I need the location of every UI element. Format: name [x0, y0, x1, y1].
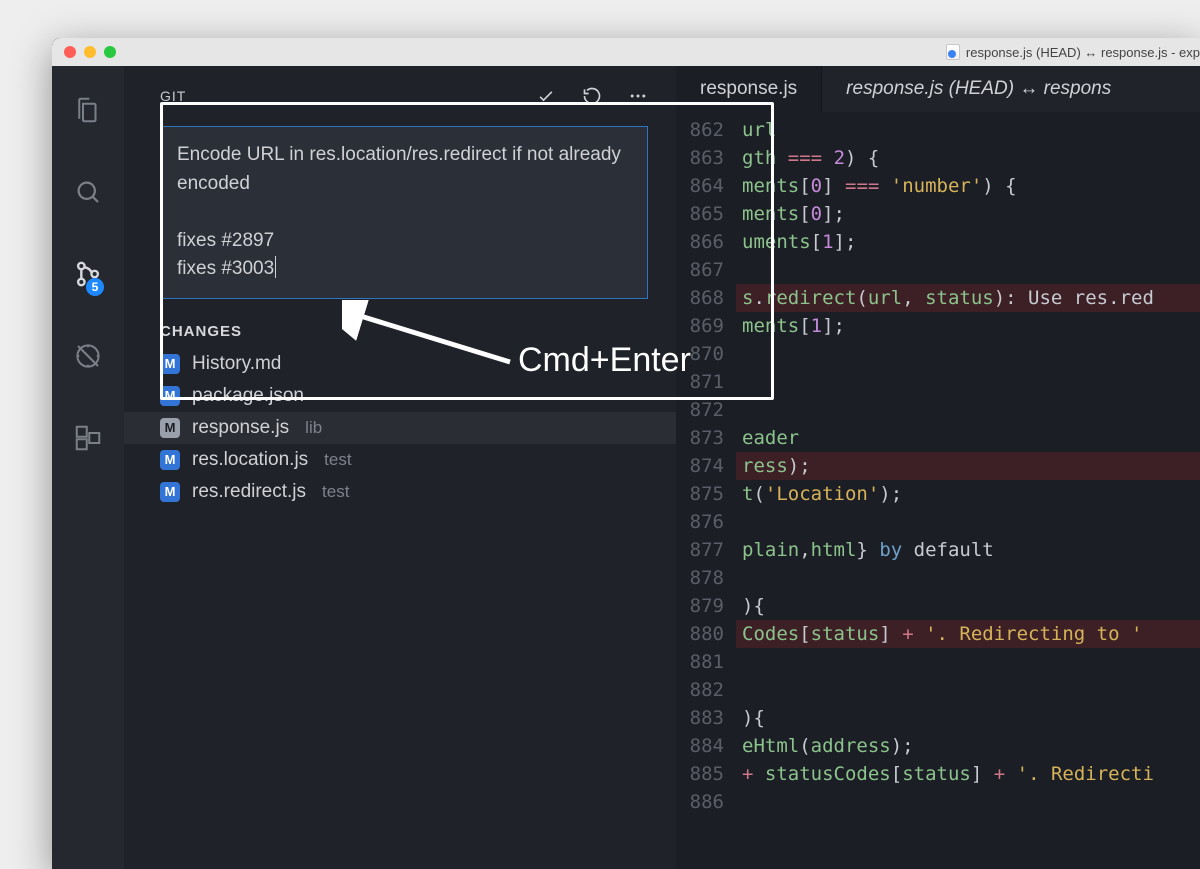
code-line: ments[0] === 'number') { [736, 172, 1200, 200]
commit-message-input[interactable]: Encode URL in res.location/res.redirect … [160, 126, 648, 299]
modified-badge: M [160, 418, 180, 438]
workbench: 5 GIT [52, 66, 1200, 869]
window-minimize-button[interactable] [84, 46, 96, 58]
change-file: res.redirect.js [192, 481, 306, 503]
tab-response-js[interactable]: response.js [676, 66, 821, 112]
modified-badge: M [160, 450, 180, 470]
git-panel: GIT Encode URL in res.location/res.redir… [124, 66, 676, 869]
change-folder: test [322, 482, 349, 502]
changes-header[interactable]: CHANGES [124, 315, 676, 348]
change-file: package.json [192, 385, 304, 407]
code-line [736, 256, 1200, 284]
code-area[interactable]: urlgth === 2) {ments[0] === 'number') {m… [736, 112, 1200, 869]
code-line [736, 648, 1200, 676]
line-gutter: 8628638648658668678688698708718728738748… [676, 112, 736, 869]
scm-badge: 5 [86, 278, 104, 296]
titlebar: response.js (HEAD) ↔ response.js - exp [52, 38, 1200, 66]
vscode-window: response.js (HEAD) ↔ response.js - exp 5 [52, 38, 1200, 869]
traffic-lights [52, 46, 116, 58]
file-icon [946, 44, 960, 60]
search-activity[interactable] [68, 172, 108, 212]
code-line: gth === 2) { [736, 144, 1200, 172]
code-line: Codes[status] + '. Redirecting to ' [736, 620, 1200, 648]
change-folder: test [324, 450, 351, 470]
modified-badge: M [160, 354, 180, 374]
change-file: res.location.js [192, 449, 308, 471]
explorer-activity[interactable] [68, 90, 108, 130]
code-line: eader [736, 424, 1200, 452]
code-line: ress); [736, 452, 1200, 480]
editor: response.jsresponse.js (HEAD) ↔ respons … [676, 66, 1200, 869]
code-line [736, 564, 1200, 592]
change-row[interactable]: Mpackage.json [124, 380, 676, 412]
tab-diff[interactable]: response.js (HEAD) ↔ respons [821, 66, 1135, 112]
change-file: History.md [192, 353, 281, 375]
modified-badge: M [160, 482, 180, 502]
code-line [736, 676, 1200, 704]
debug-activity[interactable] [68, 336, 108, 376]
code-line: ments[0]; [736, 200, 1200, 228]
source-control-activity[interactable]: 5 [68, 254, 108, 294]
window-title-text: response.js (HEAD) ↔ response.js - exp [966, 45, 1200, 60]
code-line: plain,html} by default [736, 536, 1200, 564]
code-line: eHtml(address); [736, 732, 1200, 760]
commit-action[interactable] [536, 86, 556, 106]
refresh-action[interactable] [582, 86, 602, 106]
code-line [736, 368, 1200, 396]
change-file: response.js [192, 417, 289, 439]
code-line: ments[1]; [736, 312, 1200, 340]
change-row[interactable]: Mres.location.js test [124, 444, 676, 476]
activity-bar: 5 [52, 66, 124, 869]
git-panel-title: GIT [160, 88, 186, 104]
window-close-button[interactable] [64, 46, 76, 58]
code-line: url [736, 116, 1200, 144]
code-line: t('Location'); [736, 480, 1200, 508]
changes-list: MHistory.mdMpackage.jsonMresponse.jslibM… [124, 348, 676, 508]
modified-badge: M [160, 386, 180, 406]
code-line [736, 396, 1200, 424]
code-line: + statusCodes[status] + '. Redirecti [736, 760, 1200, 788]
change-row[interactable]: Mres.redirect.js test [124, 476, 676, 508]
code-line: s.redirect(url, status): Use res.red [736, 284, 1200, 312]
change-row[interactable]: Mresponse.js lib [124, 412, 676, 444]
change-folder: lib [305, 418, 322, 438]
git-panel-header: GIT [124, 66, 676, 118]
extensions-activity[interactable] [68, 418, 108, 458]
code-line [736, 788, 1200, 816]
code-line: uments[1]; [736, 228, 1200, 256]
editor-tabs: response.jsresponse.js (HEAD) ↔ respons [676, 66, 1200, 112]
code-line [736, 508, 1200, 536]
window-maximize-button[interactable] [104, 46, 116, 58]
code-line: ){ [736, 704, 1200, 732]
editor-body[interactable]: 8628638648658668678688698708718728738748… [676, 112, 1200, 869]
code-line [736, 340, 1200, 368]
more-actions[interactable] [628, 86, 648, 106]
code-line: ){ [736, 592, 1200, 620]
change-row[interactable]: M History.md [124, 348, 676, 380]
git-panel-actions [536, 86, 648, 106]
